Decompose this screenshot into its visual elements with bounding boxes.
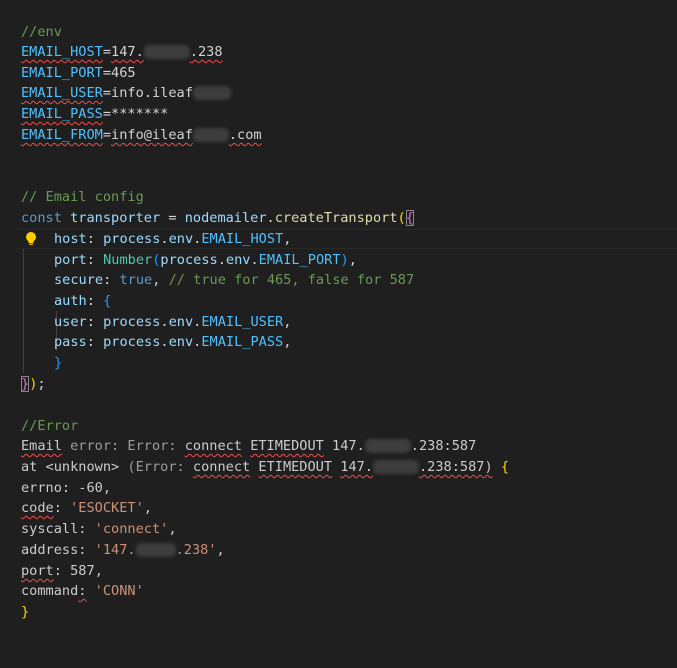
config-comment: // Email config bbox=[21, 189, 144, 205]
transporter-line: const transporter = nodemailer.createTra… bbox=[21, 210, 414, 226]
redacted-ip bbox=[143, 45, 190, 59]
env-comment: //env bbox=[21, 24, 62, 40]
host-prop-line: host: process.env.EMAIL_HOST, bbox=[54, 231, 292, 247]
env-pass-value: ******* bbox=[111, 106, 169, 122]
indent-guide bbox=[23, 249, 24, 373]
env-from-key: EMAIL_FROM bbox=[21, 127, 103, 143]
env-port-value: 465 bbox=[111, 65, 136, 81]
env-port-key: EMAIL_PORT bbox=[21, 65, 103, 81]
auth-prop: auth bbox=[54, 293, 87, 309]
code-line: code: 'ESOCKET', bbox=[21, 500, 152, 516]
env-from-suffix: .com bbox=[228, 127, 262, 143]
host-prop: host bbox=[54, 231, 87, 247]
syscall-line: syscall: 'connect', bbox=[21, 521, 177, 537]
pass-prop-line: pass: process.env.EMAIL_PASS, bbox=[54, 334, 292, 350]
user-prop: user bbox=[54, 314, 87, 330]
errno-line: errno: -60, bbox=[21, 480, 112, 496]
redacted-ip bbox=[135, 543, 176, 557]
secure-prop: secure bbox=[54, 272, 104, 288]
env-user-line: EMAIL_USER=info.ileaf bbox=[21, 83, 671, 103]
user-prop-line: user: process.env.EMAIL_USER, bbox=[54, 314, 292, 330]
env-from-line: EMAIL_FROM=info@ileaf .com bbox=[21, 127, 262, 143]
auth-prop-line: auth: { bbox=[54, 293, 112, 309]
env-user-key: EMAIL_USER bbox=[21, 85, 103, 101]
redacted-ip bbox=[364, 439, 411, 453]
const-keyword: const bbox=[21, 210, 62, 226]
lightbulb-icon[interactable] bbox=[24, 231, 38, 247]
redacted-domain bbox=[192, 128, 229, 142]
transporter-identifier: transporter bbox=[70, 210, 161, 226]
env-host-line: EMAIL_HOST=147. .238 bbox=[21, 44, 223, 60]
auth-close-line: } bbox=[54, 355, 63, 371]
error-comment: //Error bbox=[21, 418, 79, 434]
secure-comment: // true for 465, false for 587 bbox=[168, 272, 415, 288]
error-stack-line: at <unknown> (Error: connect ETIMEDOUT 1… bbox=[21, 459, 510, 475]
pass-prop: pass bbox=[54, 334, 87, 350]
env-host-prefix: 147. bbox=[111, 44, 144, 60]
address-line: address: '147. .238', bbox=[21, 542, 225, 558]
code-editor[interactable]: //env EMAIL_HOST=147. .238 EMAIL_PORT=465… bbox=[0, 0, 677, 668]
env-port-line: EMAIL_PORT=465 bbox=[21, 65, 136, 81]
nodemailer-identifier: nodemailer bbox=[184, 210, 267, 226]
env-host-suffix: .238 bbox=[189, 44, 223, 60]
transporter-close-line: }); bbox=[21, 376, 46, 392]
port-prop: port bbox=[54, 252, 87, 268]
error-message-line: Email error: Error: connect ETIMEDOUT 14… bbox=[21, 438, 477, 454]
env-pass-key: EMAIL_PASS bbox=[21, 106, 103, 122]
port-prop-line: port: Number(process.env.EMAIL_PORT), bbox=[54, 252, 357, 268]
error-close-line: } bbox=[21, 604, 30, 620]
create-transport-fn: createTransport bbox=[274, 210, 398, 226]
env-user-value: info.ileaf bbox=[111, 85, 193, 101]
redacted-user bbox=[192, 86, 231, 100]
env-pass-line: EMAIL_PASS=******* bbox=[21, 106, 169, 122]
command-line: command: 'CONN' bbox=[21, 583, 144, 599]
env-from-prefix: info@ileaf bbox=[111, 127, 193, 143]
port-line: port: 587, bbox=[21, 563, 103, 579]
secure-prop-line: secure: true, // true for 465, false for… bbox=[54, 272, 415, 288]
env-host-key: EMAIL_HOST bbox=[21, 44, 103, 60]
redacted-ip bbox=[373, 460, 419, 474]
